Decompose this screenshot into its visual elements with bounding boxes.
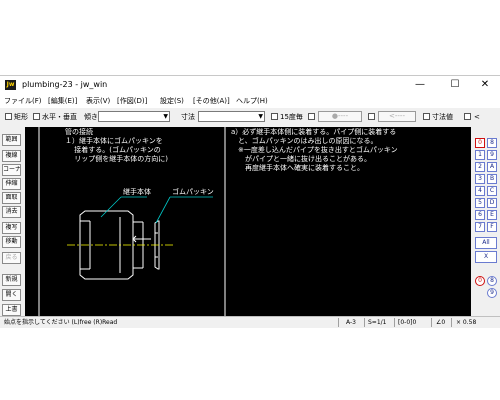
menu-other[interactable]: [その他(A)] [193,95,230,107]
menu-view[interactable]: 表示(V) [86,95,110,107]
menu-settings[interactable]: 設定(S) [160,95,184,107]
app-window: Jw plumbing-23 - jw_win — ☐ ✕ ファイル(F) [編… [0,75,500,328]
paper-size[interactable]: A-3 [346,318,356,328]
save-button[interactable]: 上書 [2,304,21,316]
drawing-scale[interactable]: S=1/1 [368,318,387,328]
layer-d-button[interactable]: D [487,198,497,208]
left-text-3: リップ側を継手本体の方向に) [65,155,168,163]
direction-arrow [132,235,151,243]
hv-label: 水平・垂直 [42,113,77,121]
layer-5-button[interactable]: 5 [475,198,485,208]
deg15-label: 15度毎 [280,113,303,121]
stretch-button[interactable]: 伸縮 [2,178,21,190]
leader-lines [100,196,213,224]
right-text-2: と、ゴムパッキンのはみ出しの原因になる。 [231,137,378,145]
status-bar: 始点を指示してください (L)free (R)Read A-3 S=1/1 [0… [0,316,500,328]
maximize-button[interactable]: ☐ [440,76,470,94]
menu-help[interactable]: ヘルプ(H) [236,95,268,107]
dot-line-button[interactable]: ●---- [318,111,362,122]
offset-line-button[interactable]: 複線 [2,150,21,162]
right-text-3: ※一度差し込んだパイプを抜き出すとゴムパッキン [231,146,398,154]
layer-f-button[interactable]: F [487,222,497,232]
open-button[interactable]: 開く [2,289,21,301]
all-layers-button[interactable]: All [475,237,497,249]
angle-readout[interactable]: ∠0 [436,318,445,328]
lt-label: < [474,113,480,121]
menu-edit[interactable]: [編集(E)] [48,95,77,107]
zoom-readout[interactable]: × 0.58 [456,318,476,328]
layer-3-button[interactable]: 3 [475,174,485,184]
arrow-checkbox[interactable] [368,113,375,120]
status-message: 始点を指示してください (L)free (R)Read [4,319,118,326]
new-button[interactable]: 新規 [2,274,21,286]
title-bar: Jw plumbing-23 - jw_win — ☐ ✕ [0,76,500,94]
right-text-5: 再度継手本体へ確実に装着すること。 [231,164,364,172]
layer-2-button[interactable]: 2 [475,162,485,172]
dim-label: 寸法 [181,113,195,121]
layer-4-button[interactable]: 4 [475,186,485,196]
undo-button[interactable]: 戻る [2,252,21,264]
group-0-button[interactable]: 0 [475,276,485,286]
status-divider [394,318,395,327]
move-button[interactable]: 移動 [2,236,21,248]
layer-6-button[interactable]: 6 [475,210,485,220]
close-button[interactable]: ✕ [470,76,500,94]
status-divider [431,318,432,327]
layer-b-button[interactable]: B [487,174,497,184]
status-divider [338,318,339,327]
right-text-4: がパイプと一緒に抜け出ることがある。 [231,155,371,163]
chamfer-button[interactable]: 面取 [2,192,21,204]
menu-file[interactable]: ファイル(F) [4,95,42,107]
chevron-down-icon: ▼ [258,113,263,120]
left-title: 管の接続 [65,128,93,136]
layer-group-0-button[interactable]: 0 [475,138,485,148]
layer-9-button[interactable]: 9 [487,150,497,160]
status-divider [364,318,365,327]
range-button[interactable]: 範囲 [2,134,21,146]
arrow-line-button[interactable]: <---- [378,111,416,122]
layer-c-button[interactable]: C [487,186,497,196]
dot-checkbox[interactable] [308,113,315,120]
rect-checkbox[interactable] [5,113,12,120]
menu-draw[interactable]: [作図(D)] [117,95,147,107]
group-8-button[interactable]: 8 [487,276,497,286]
hv-checkbox[interactable] [33,113,40,120]
layer-e-button[interactable]: E [487,210,497,220]
chevron-down-icon: ▼ [163,113,168,120]
menu-bar: ファイル(F) [編集(E)] 表示(V) [作図(D)] 設定(S) [その他… [0,94,500,108]
left-text-2: 接着する。(ゴムパッキンの [65,146,161,154]
layer-7-button[interactable]: 7 [475,222,485,232]
app-icon: Jw [5,80,16,90]
label-fitting-body: 継手本体 [123,188,151,196]
right-text-1: a）必ず継手本体側に装着する。パイプ側に装着する [231,128,397,136]
layer-group-8-button[interactable]: 8 [487,138,497,148]
label-gasket: ゴムパッキン [172,188,214,196]
tilt-label: 傾き [84,113,98,121]
current-layer[interactable]: [0-0]0 [398,318,416,328]
left-text-1: １）継手本体にゴムパッキンを [65,137,163,145]
copy-button[interactable]: 複写 [2,222,21,234]
dim-value-checkbox[interactable] [423,113,430,120]
swap-layers-button[interactable]: X [475,251,497,263]
lt-checkbox[interactable] [464,113,471,120]
layer-a-button[interactable]: A [487,162,497,172]
minimize-button[interactable]: — [405,76,435,94]
dim-value-label: 寸法値 [432,113,453,121]
tilt-combo[interactable]: ▼ [98,111,170,122]
drawing-canvas[interactable]: 管の接続 １）継手本体にゴムパッキンを 接着する。(ゴムパッキンの リップ側を継… [25,127,471,316]
layer-1-button[interactable]: 1 [475,150,485,160]
deg15-checkbox[interactable] [271,113,278,120]
group-9-button[interactable]: 9 [487,288,497,298]
rect-label: 矩形 [14,113,28,121]
erase-button[interactable]: 消去 [2,206,21,218]
toolbar: 矩形 水平・垂直 傾き ▼ 寸法 ▼ 15度毎 ●---- <---- 寸法値 … [0,109,500,125]
window-title: plumbing-23 - jw_win [22,80,108,89]
dim-combo[interactable]: ▼ [198,111,265,122]
status-divider [451,318,452,327]
corner-button[interactable]: コーナー [2,164,21,176]
